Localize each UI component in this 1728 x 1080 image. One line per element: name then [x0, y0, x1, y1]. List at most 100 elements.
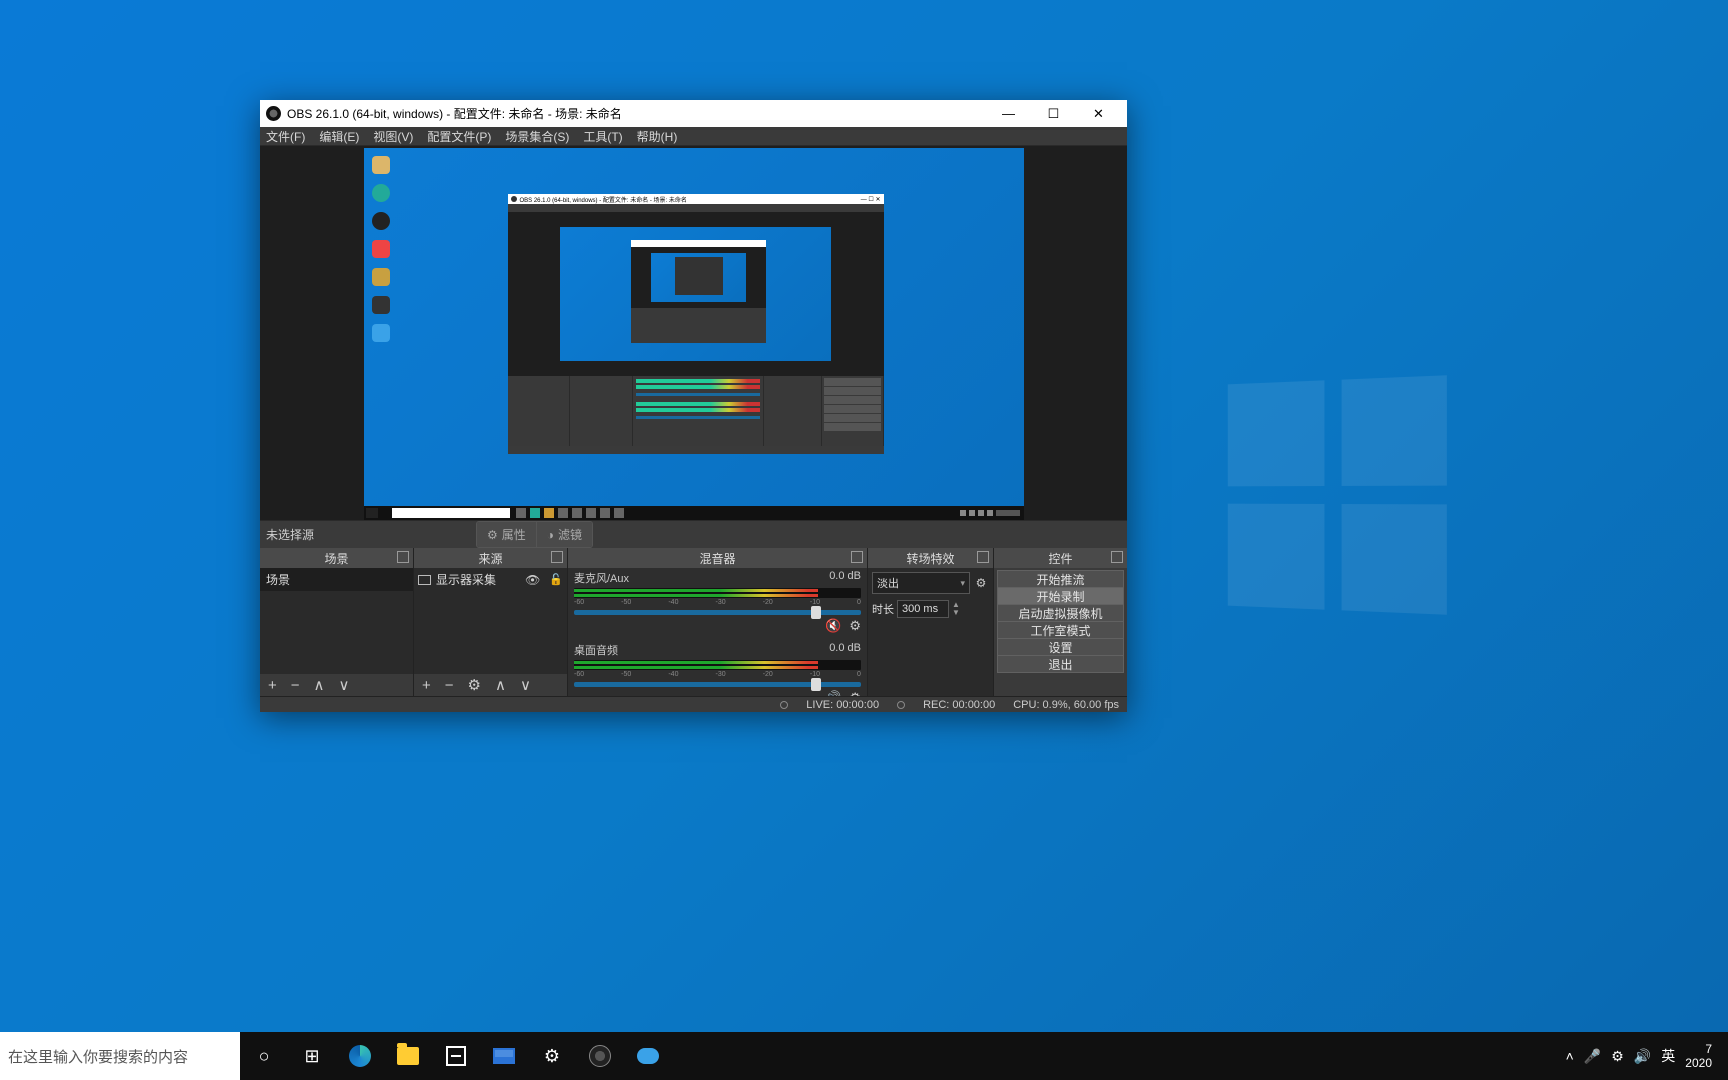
taskbar-app-store[interactable] — [432, 1032, 480, 1080]
controls-dock-title: 控件 — [1048, 550, 1072, 567]
filters-button[interactable]: ◑滤镜 — [536, 522, 592, 547]
add-scene-button[interactable]: + — [268, 677, 277, 694]
gear-icon — [487, 528, 498, 542]
desktop-windows-logo — [1228, 375, 1447, 614]
taskbar-app-mail[interactable] — [480, 1032, 528, 1080]
store-icon — [446, 1046, 466, 1066]
add-source-button[interactable]: + — [422, 677, 431, 694]
popout-icon[interactable] — [551, 551, 563, 563]
duration-spinner[interactable]: ▲▼ — [952, 601, 963, 617]
menu-tools[interactable]: 工具(T) — [583, 128, 622, 145]
transition-duration-label: 时长 — [872, 601, 894, 617]
mixer-volume-slider[interactable] — [574, 682, 861, 687]
tray-chevron-icon[interactable]: ˄ — [1566, 1048, 1574, 1064]
menu-edit[interactable]: 编辑(E) — [319, 128, 359, 145]
status-rec: REC: 00:00:00 — [923, 699, 995, 711]
start-virtualcam-button[interactable]: 启动虚拟摄像机 — [997, 604, 1124, 622]
display-capture-icon — [418, 575, 431, 585]
remove-scene-button[interactable]: − — [291, 677, 300, 694]
studio-mode-button[interactable]: 工作室模式 — [997, 621, 1124, 639]
taskbar-search-input[interactable]: 在这里输入你要搜索的内容 — [0, 1032, 240, 1080]
transition-settings-button[interactable] — [973, 575, 989, 591]
start-recording-button[interactable]: 开始录制 — [997, 587, 1124, 605]
transition-select[interactable]: 淡出▾ — [872, 572, 970, 594]
mixer-channel-name: 麦克风/Aux — [574, 570, 629, 586]
mixer-channel-mic: 麦克风/Aux 0.0 dB -60-50-40-30-20-100 🔇 — [568, 568, 867, 640]
menu-file[interactable]: 文件(F) — [266, 128, 305, 145]
taskbar-app-explorer[interactable] — [384, 1032, 432, 1080]
tray-wifi-icon[interactable]: ⚙ — [1611, 1048, 1624, 1065]
start-streaming-button[interactable]: 开始推流 — [997, 570, 1124, 588]
sources-dock: 来源 显示器采集 👁 🔓 + − ∧ ∨ — [414, 548, 568, 696]
obs-status-bar: LIVE: 00:00:00 REC: 00:00:00 CPU: 0.9%, … — [260, 696, 1127, 712]
windows-taskbar: 在这里输入你要搜索的内容 ○ ⊞ ˄ 🎤 ⚙ 🔊 英 7 2020 — [0, 1032, 1728, 1080]
mute-toggle-icon[interactable]: 🔊 — [825, 690, 841, 696]
remove-source-button[interactable]: − — [445, 677, 454, 694]
mixer-settings-icon[interactable] — [849, 690, 861, 696]
task-view-button[interactable]: ⊞ — [288, 1032, 336, 1080]
chevron-down-icon: ▾ — [960, 578, 965, 589]
no-source-selected-label: 未选择源 — [266, 526, 476, 543]
window-maximize-button[interactable]: ☐ — [1031, 100, 1076, 127]
mixer-dock: 混音器 麦克风/Aux 0.0 dB -60-50-40-30-20-100 🔇 — [568, 548, 868, 696]
mute-toggle-icon[interactable]: 🔇 — [825, 618, 841, 634]
menu-help[interactable]: 帮助(H) — [637, 128, 678, 145]
status-cpu: CPU: 0.9%, 60.00 fps — [1013, 699, 1119, 711]
tray-mic-icon[interactable]: 🎤 — [1584, 1048, 1601, 1065]
taskbar-app-recorder[interactable] — [624, 1032, 672, 1080]
mixer-settings-icon[interactable] — [849, 618, 861, 634]
preview-taskbar — [364, 506, 1024, 520]
tray-ime-indicator[interactable]: 英 — [1661, 1046, 1675, 1066]
mixer-volume-slider[interactable] — [574, 610, 861, 615]
cloud-icon — [637, 1048, 659, 1064]
move-scene-up-button[interactable]: ∧ — [314, 676, 325, 694]
source-item[interactable]: 显示器采集 👁 🔓 — [414, 568, 567, 591]
cortana-button[interactable]: ○ — [240, 1032, 288, 1080]
sources-toolbar: + − ∧ ∨ — [414, 674, 567, 696]
taskbar-app-obs[interactable] — [576, 1032, 624, 1080]
preview-desktop-icons — [372, 156, 390, 342]
properties-button[interactable]: 属性 — [477, 522, 536, 547]
window-close-button[interactable]: ✕ — [1076, 100, 1121, 127]
popout-icon[interactable] — [977, 551, 989, 563]
scenes-dock-title: 场景 — [324, 550, 348, 567]
settings-button[interactable]: 设置 — [997, 638, 1124, 656]
visibility-toggle-icon[interactable]: 👁 — [525, 573, 540, 587]
preview-recursive-obs: OBS 26.1.0 (64-bit, windows) - 配置文件: 未命名… — [508, 194, 884, 454]
popout-icon[interactable] — [397, 551, 409, 563]
menu-profile[interactable]: 配置文件(P) — [427, 128, 491, 145]
mixer-channel-desktop: 桌面音频 0.0 dB -60-50-40-30-20-100 🔊 — [568, 640, 867, 696]
mixer-channel-db: 0.0 dB — [829, 642, 861, 658]
move-source-down-button[interactable]: ∨ — [520, 676, 531, 694]
mixer-channel-name: 桌面音频 — [574, 642, 618, 658]
source-toolbar-row: 未选择源 属性 ◑滤镜 — [260, 520, 1127, 548]
popout-icon[interactable] — [851, 551, 863, 563]
stream-status-icon — [780, 701, 788, 709]
taskbar-app-settings[interactable] — [528, 1032, 576, 1080]
search-placeholder: 在这里输入你要搜索的内容 — [8, 1046, 188, 1067]
lock-toggle-icon[interactable]: 🔓 — [549, 573, 563, 586]
obs-titlebar[interactable]: OBS 26.1.0 (64-bit, windows) - 配置文件: 未命名… — [260, 100, 1127, 127]
status-live: LIVE: 00:00:00 — [806, 699, 879, 711]
mixer-channel-db: 0.0 dB — [829, 570, 861, 586]
exit-button[interactable]: 退出 — [997, 655, 1124, 673]
popout-icon[interactable] — [1111, 551, 1123, 563]
obs-menubar: 文件(F) 编辑(E) 视图(V) 配置文件(P) 场景集合(S) 工具(T) … — [260, 127, 1127, 146]
scene-item[interactable]: 场景 — [260, 568, 413, 591]
obs-preview-area[interactable]: OBS 26.1.0 (64-bit, windows) - 配置文件: 未命名… — [260, 146, 1127, 520]
move-scene-down-button[interactable]: ∨ — [339, 676, 350, 694]
taskbar-app-edge[interactable] — [336, 1032, 384, 1080]
transition-duration-input[interactable]: 300 ms — [897, 600, 949, 618]
move-source-up-button[interactable]: ∧ — [495, 676, 506, 694]
menu-scene-collection[interactable]: 场景集合(S) — [505, 128, 569, 145]
sources-dock-title: 来源 — [478, 550, 502, 567]
scenes-toolbar: + − ∧ ∨ — [260, 674, 413, 696]
obs-docks: 场景 场景 + − ∧ ∨ 来源 显示器采集 👁 🔓 — [260, 548, 1127, 696]
source-properties-button[interactable] — [468, 676, 481, 694]
system-tray: ˄ 🎤 ⚙ 🔊 英 7 2020 — [1554, 1032, 1728, 1080]
window-minimize-button[interactable]: — — [986, 100, 1031, 127]
tray-volume-icon[interactable]: 🔊 — [1634, 1048, 1651, 1065]
menu-view[interactable]: 视图(V) — [373, 128, 413, 145]
preview-canvas: OBS 26.1.0 (64-bit, windows) - 配置文件: 未命名… — [364, 148, 1024, 520]
tray-clock[interactable]: 7 2020 — [1685, 1042, 1716, 1071]
